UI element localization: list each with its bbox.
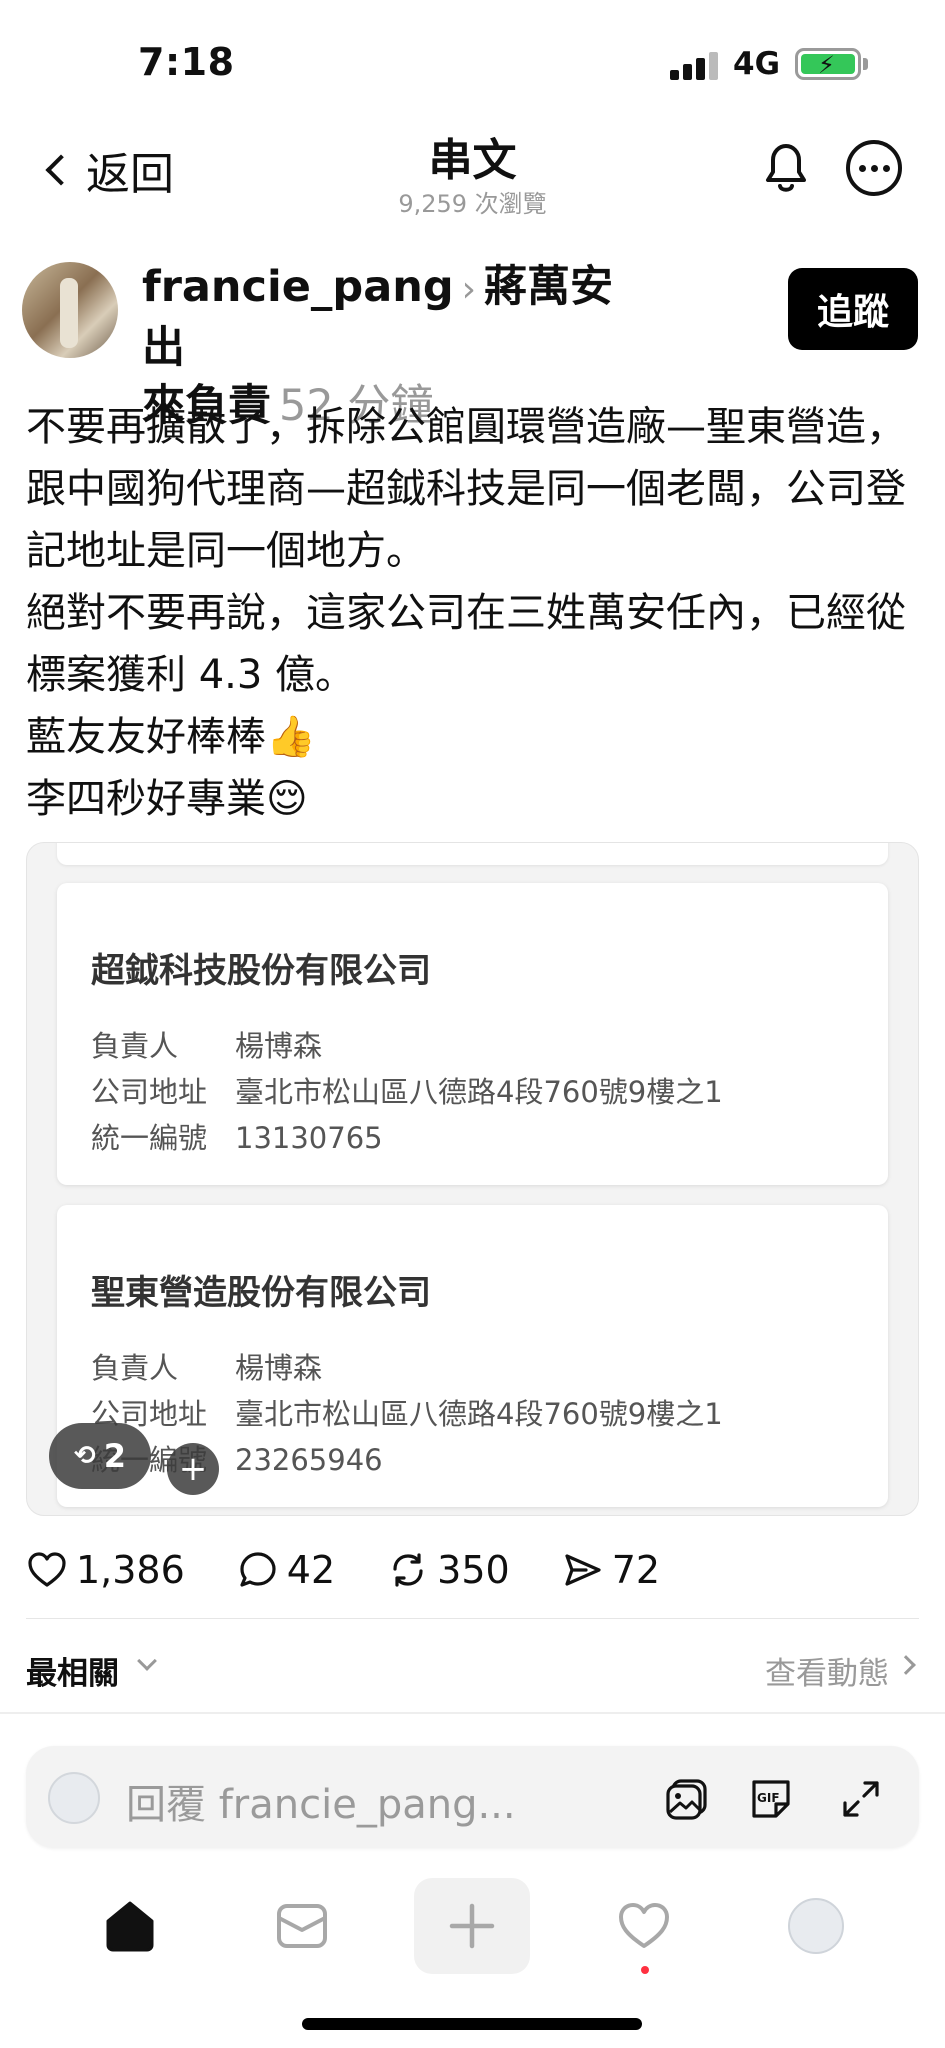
plus-icon — [449, 1903, 495, 1949]
post-text-line: 李四秒好專業😌 — [26, 776, 308, 822]
divider — [26, 1618, 919, 1619]
post-header: francie_pang › 蔣萬安出 來負責 52 分鐘 追蹤 — [0, 258, 945, 431]
company-name: 聖東營造股份有限公司 — [91, 1273, 431, 1313]
send-icon — [565, 1554, 601, 1586]
action-row: 1,386 42 350 72 — [26, 1540, 926, 1600]
post-text-line: 藍友友好棒棒👍 — [26, 714, 316, 760]
field-label: 公司地址 — [91, 1075, 208, 1109]
reply-bar[interactable]: 回覆 francie_pang... GIF — [26, 1746, 919, 1848]
tab-profile[interactable] — [758, 1878, 874, 1974]
field-label: 統一編號 — [91, 1121, 208, 1155]
view-activity-link[interactable]: 查看動態 — [765, 1648, 889, 1693]
status-time: 7:18 — [138, 40, 235, 84]
tab-create[interactable] — [414, 1878, 530, 1974]
heart-icon — [619, 1903, 669, 1948]
reply-input[interactable]: 回覆 francie_pang... — [126, 1772, 516, 1830]
sort-dropdown[interactable]: 最相關 — [26, 1648, 119, 1693]
repost-count-chip[interactable]: ⟲ 2 — [49, 1423, 151, 1489]
chevron-right-icon: › — [461, 269, 477, 310]
company-details: 負責人 楊博森 公司地址 臺北市松山區八德路4段760號9樓之1 統一編號 13130… — [91, 1023, 723, 1161]
svg-text:GIF: GIF — [757, 1791, 780, 1805]
post-image[interactable]: 超鉞科技股份有限公司 負責人 楊博森 公司地址 臺北市松山區八德路4段760號9樓之… — [26, 842, 919, 1516]
divider — [0, 1712, 945, 1714]
home-icon — [106, 1901, 154, 1952]
add-icon[interactable]: + — [167, 1443, 219, 1495]
post-text-line: 不要再擴散了，拆除公館圓環營造廠—聖東營造，跟中國狗代理商—超鉞科技是同一個老闆… — [26, 404, 906, 574]
sort-row: 最相關 查看動態 — [26, 1640, 919, 1696]
battery-tip — [863, 58, 868, 70]
username[interactable]: francie_pang — [142, 262, 454, 312]
repost-count: 350 — [437, 1548, 510, 1592]
tab-bar — [0, 1868, 945, 1998]
avatar[interactable] — [22, 262, 118, 358]
field-value: 臺北市松山區八德路4段760號9樓之1 — [235, 1075, 723, 1109]
avatar — [788, 1898, 844, 1954]
tab-home[interactable] — [72, 1878, 188, 1974]
notification-dot — [641, 1966, 649, 1974]
signal-icon — [670, 50, 720, 80]
gif-icon[interactable]: GIF — [748, 1776, 794, 1822]
tab-inbox[interactable] — [244, 1878, 360, 1974]
field-value: 臺北市松山區八德路4段760號9樓之1 — [235, 1397, 723, 1431]
follow-button[interactable]: 追蹤 — [788, 268, 918, 350]
heart-icon — [28, 1552, 66, 1587]
like-count: 1,386 — [76, 1548, 185, 1592]
field-value: 楊博森 — [235, 1351, 323, 1385]
share-count: 72 — [611, 1548, 661, 1592]
mail-icon — [277, 1904, 327, 1948]
repost-button[interactable]: 350 — [387, 1548, 510, 1592]
comment-icon — [240, 1552, 276, 1587]
field-value: 23265946 — [235, 1443, 383, 1477]
nav-bar: 返回 串文 9,259 次瀏覽 — [0, 110, 945, 230]
field-value: 13130765 — [235, 1121, 383, 1155]
image-picker-icon[interactable] — [664, 1776, 710, 1822]
field-label: 負責人 — [91, 1351, 179, 1385]
card-edge — [57, 843, 888, 865]
post-text-line: 絕對不要再說，這家公司在三姓萬安任內，已經從標案獲利 4.3 億。 — [26, 590, 906, 698]
battery-icon: ⚡ — [795, 48, 861, 80]
expand-icon[interactable] — [838, 1776, 884, 1822]
post-body: 不要再擴散了，拆除公館圓環營造廠—聖東營造，跟中國狗代理商—超鉞科技是同一個老闆… — [26, 396, 926, 830]
company-name: 超鉞科技股份有限公司 — [91, 951, 431, 991]
field-value: 楊博森 — [235, 1029, 323, 1063]
tab-activity[interactable] — [586, 1878, 702, 1974]
comment-count: 42 — [286, 1548, 336, 1592]
repost-icon — [393, 1553, 423, 1587]
like-button[interactable]: 1,386 — [26, 1548, 185, 1592]
home-indicator — [302, 2018, 642, 2030]
company-card: 超鉞科技股份有限公司 負責人 楊博森 公司地址 臺北市松山區八德路4段760號9樓之… — [57, 883, 888, 1185]
repost-icon: ⟲ — [73, 1441, 96, 1471]
network-type: 4G — [733, 46, 781, 82]
chevron-down-icon[interactable] — [137, 1651, 157, 1671]
more-options-button[interactable] — [846, 140, 902, 196]
chevron-right-icon[interactable] — [896, 1655, 916, 1675]
avatar — [48, 1772, 100, 1824]
field-label: 負責人 — [91, 1029, 179, 1063]
share-button[interactable]: 72 — [562, 1548, 660, 1592]
repost-chip-count: 2 — [103, 1437, 127, 1475]
status-bar: 7:18 4G ⚡ — [0, 0, 945, 110]
bell-icon[interactable] — [758, 138, 814, 198]
comment-button[interactable]: 42 — [237, 1548, 335, 1592]
